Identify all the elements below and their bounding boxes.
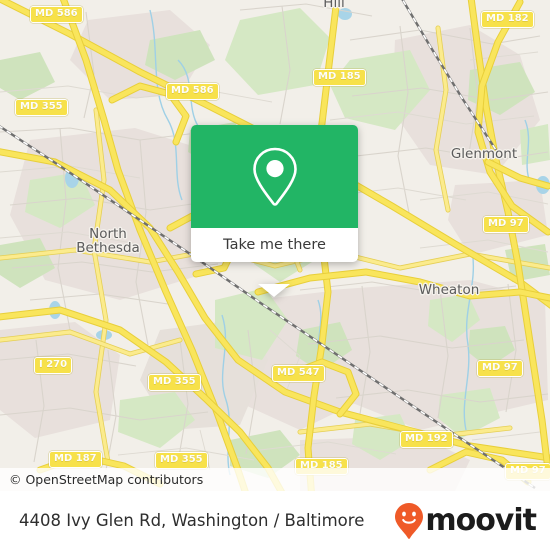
moovit-smiley-pin-icon <box>395 502 424 539</box>
road-shield-md185: MD 185 <box>313 69 366 86</box>
moovit-logo[interactable]: moovit <box>394 502 537 540</box>
road-shield-md586: MD 586 <box>166 83 219 100</box>
footer-content-row: 4408 Ivy Glen Rd, Washington / Baltimore… <box>0 491 550 550</box>
location-pin-icon <box>252 147 297 206</box>
road-shield-md192: MD 192 <box>400 431 453 448</box>
road-shield-md586: MD 586 <box>30 6 83 23</box>
map-canvas[interactable]: .grn { fill:#d5e8c4; } .grn2 { fill:#cfe… <box>0 0 550 491</box>
destination-callout-card[interactable]: Take me there <box>191 125 358 297</box>
callout-pointer-tail <box>258 284 290 297</box>
moovit-wordmark: moovit <box>425 502 537 538</box>
road-shield-md355: MD 355 <box>148 374 201 391</box>
map-attribution: © OpenStreetMap contributors <box>0 468 550 491</box>
moovit-map-screen: .grn { fill:#d5e8c4; } .grn2 { fill:#cfe… <box>0 0 550 550</box>
road-shield-md547: MD 547 <box>272 365 325 382</box>
road-shield-md355: MD 355 <box>15 99 68 116</box>
callout-header <box>191 125 358 228</box>
road-shield-md182: MD 182 <box>481 11 534 28</box>
take-me-there-label: Take me there <box>223 237 326 253</box>
road-shield-md355: MD 355 <box>155 452 208 469</box>
take-me-there-button[interactable]: Take me there <box>191 228 358 262</box>
road-shield-md97: MD 97 <box>477 360 523 377</box>
footer-bar: 4408 Ivy Glen Rd, Washington / Baltimore… <box>0 491 550 550</box>
address-label: 4408 Ivy Glen Rd, Washington / Baltimore <box>19 511 365 530</box>
attribution-text: © OpenStreetMap contributors <box>9 472 204 487</box>
road-shield-i270: I 270 <box>34 357 73 374</box>
road-shield-md97: MD 97 <box>483 216 529 233</box>
road-shield-md187: MD 187 <box>49 451 102 468</box>
